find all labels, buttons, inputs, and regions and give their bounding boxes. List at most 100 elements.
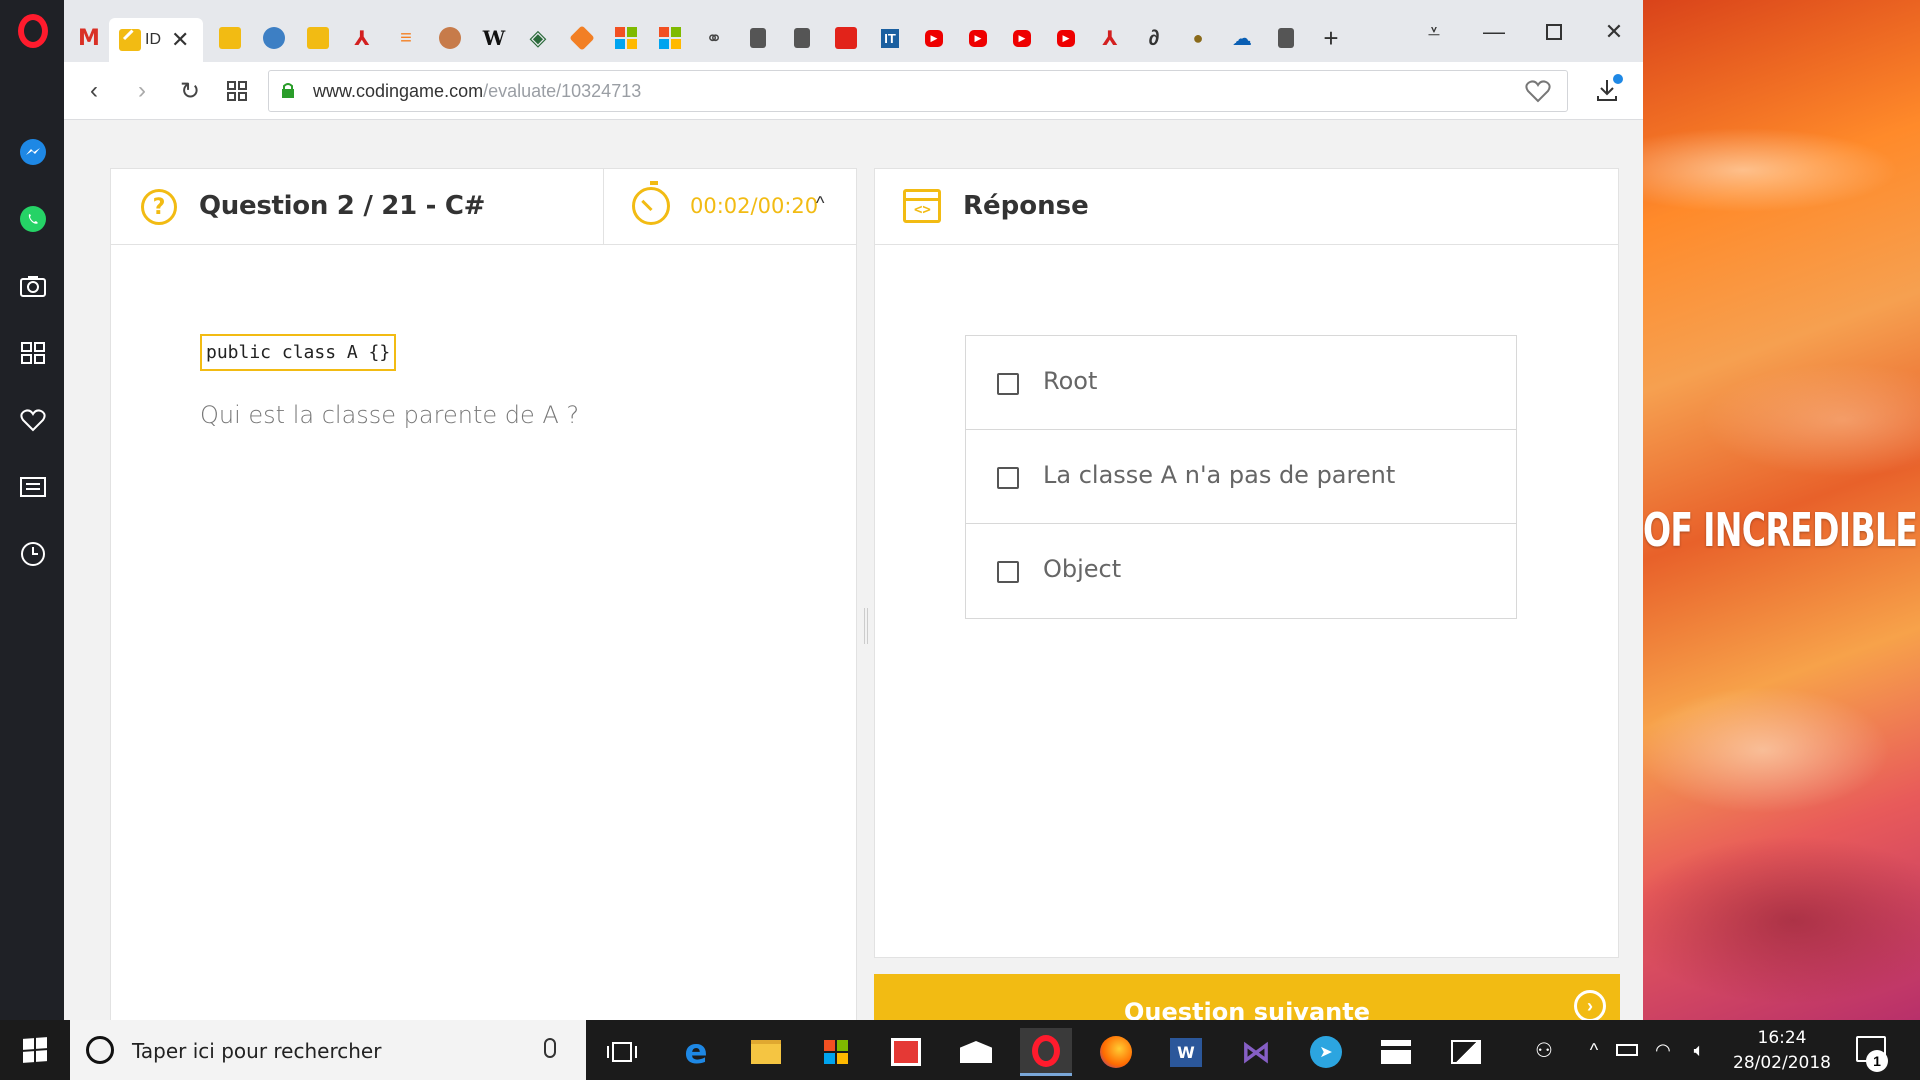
start-button[interactable] [0, 1020, 70, 1080]
camera-icon[interactable] [19, 272, 47, 300]
clapperboard-icon [1381, 1040, 1411, 1064]
history-clock-icon[interactable] [19, 540, 47, 568]
opera-logo-icon[interactable] [18, 14, 48, 48]
close-window-button[interactable]: ✕ [1594, 14, 1634, 50]
answer-checkbox[interactable] [997, 373, 1019, 395]
wikipedia-icon: W [482, 26, 506, 50]
messenger-icon[interactable] [19, 138, 47, 166]
taskbar-edge[interactable]: e [670, 1028, 722, 1076]
taskbar-photos[interactable] [1440, 1028, 1492, 1076]
answer-list: Root La classe A n'a pas de parent Objec… [965, 335, 1517, 619]
close-icon: ✕ [1604, 19, 1624, 44]
taskbar-search[interactable]: Taper ici pour rechercher [70, 1020, 586, 1080]
answer-option[interactable]: Root [966, 336, 1516, 430]
firefox-icon [1100, 1036, 1132, 1068]
cookie-icon [439, 27, 461, 49]
taskbar-visual-studio[interactable]: ⋈ [1230, 1028, 1282, 1076]
tab-codingame[interactable] [214, 22, 246, 54]
url-path: /evaluate/10324713 [483, 81, 642, 101]
tab-it[interactable]: IT [874, 22, 906, 54]
taskbar-telegram[interactable]: ➤ [1300, 1028, 1352, 1076]
tab-globe[interactable] [258, 22, 290, 54]
answer-checkbox[interactable] [997, 467, 1019, 489]
taskbar-opera[interactable] [1020, 1028, 1072, 1076]
minimize-button[interactable]: — [1474, 14, 1514, 50]
tab-wikipedia[interactable]: W [478, 22, 510, 54]
heart-icon[interactable] [19, 406, 47, 434]
tab-microsoft[interactable] [654, 22, 686, 54]
tab-scribble[interactable]: ∂ [1138, 22, 1170, 54]
tab-document[interactable] [742, 22, 774, 54]
codingame-page: ? Question 2 / 21 - C# 00:02/00:20 ^ pub… [64, 120, 1643, 1068]
answer-option[interactable]: La classe A n'a pas de parent [966, 430, 1516, 524]
taskbar-mail[interactable] [950, 1028, 1002, 1076]
taskbar-word[interactable]: W [1160, 1028, 1212, 1076]
news-icon[interactable] [19, 473, 47, 501]
answer-checkbox[interactable] [997, 561, 1019, 583]
volume-button[interactable]: 🔈︎ [1684, 1020, 1714, 1080]
question-title: Question 2 / 21 - C# [199, 191, 486, 221]
url-field[interactable]: www.codingame.com/evaluate/10324713 [268, 70, 1568, 112]
people-button[interactable]: ⚇ [1526, 1020, 1562, 1080]
taskbar-store[interactable] [810, 1028, 862, 1076]
response-header: <> Réponse [875, 169, 1618, 245]
taskbar-movies[interactable] [1370, 1028, 1422, 1076]
tab-codingame[interactable] [302, 22, 334, 54]
tab-youtube[interactable]: ▶ [962, 22, 994, 54]
tab-stackoverflow[interactable]: ≡ [390, 22, 422, 54]
tab-cookie[interactable] [434, 22, 466, 54]
downloads-button[interactable] [1594, 74, 1624, 106]
forward-button[interactable]: › [127, 76, 157, 106]
reload-icon: ↻ [179, 77, 201, 105]
youtube-icon: ▶ [968, 29, 988, 47]
taskbar-firefox[interactable] [1090, 1028, 1142, 1076]
tab-acrobat[interactable]: ⅄ [1094, 22, 1126, 54]
panel-splitter[interactable] [864, 608, 868, 644]
tab-youtube[interactable]: ▶ [1006, 22, 1038, 54]
chevron-up-icon[interactable]: ^ [816, 193, 824, 214]
bike-icon: ⚭ [705, 27, 723, 50]
tab-youtube[interactable]: ▶ [918, 22, 950, 54]
tab-onedrive[interactable]: ☁ [1226, 22, 1258, 54]
desktop-wallpaper: OF INCREDIBLE [1643, 0, 1920, 1020]
taskbar-gift-app[interactable] [880, 1028, 932, 1076]
tab-acrobat[interactable]: ⅄ [346, 22, 378, 54]
tab-youtube[interactable]: ▶ [1050, 22, 1082, 54]
microphone-icon[interactable] [544, 1038, 556, 1058]
tab-news[interactable] [830, 22, 862, 54]
tab-menu-button[interactable]: ⩡ [1414, 14, 1454, 50]
tab-document[interactable] [1270, 22, 1302, 54]
bookmark-heart-icon[interactable] [1525, 78, 1551, 104]
wifi-button[interactable]: ◠ [1648, 1020, 1678, 1080]
battery-button[interactable] [1612, 1020, 1642, 1080]
tab-diamond[interactable]: ◈ [522, 22, 554, 54]
code-snippet: public class A {} [200, 334, 397, 371]
whatsapp-icon[interactable] [19, 205, 47, 233]
tab-document[interactable] [786, 22, 818, 54]
speed-dial-button[interactable] [222, 76, 252, 106]
system-clock[interactable]: 16:24 28/02/2018 [1732, 1026, 1832, 1076]
new-tab-button[interactable]: + [1315, 22, 1347, 54]
acrobat-icon: ⅄ [354, 27, 370, 50]
tab-gmail[interactable]: M [73, 22, 105, 54]
task-view-button[interactable] [596, 1028, 648, 1076]
reload-button[interactable]: ↻ [175, 76, 205, 106]
speed-dial-icon[interactable] [19, 339, 47, 367]
tab-microsoft[interactable] [610, 22, 642, 54]
answer-option[interactable]: Object [966, 524, 1516, 618]
back-button[interactable]: ‹ [79, 76, 109, 106]
close-tab-icon[interactable]: ✕ [171, 27, 189, 53]
tray-overflow-button[interactable]: ^ [1580, 1020, 1608, 1080]
tab-codingame-active[interactable]: ID ✕ [109, 18, 203, 62]
wallpaper-text: OF INCREDIBLE [1643, 503, 1918, 557]
maximize-button[interactable] [1534, 14, 1574, 50]
timer[interactable]: 00:02/00:20 ^ [603, 169, 858, 245]
tab-bike[interactable]: ⚭ [698, 22, 730, 54]
bee-icon: ● [1192, 27, 1204, 48]
puzzle-icon [569, 25, 595, 51]
tab-puzzle[interactable] [566, 22, 598, 54]
taskbar-file-explorer[interactable] [740, 1028, 792, 1076]
tab-bee[interactable]: ● [1182, 22, 1214, 54]
visual-studio-icon: ⋈ [1241, 1035, 1271, 1069]
photos-icon [1451, 1040, 1481, 1064]
